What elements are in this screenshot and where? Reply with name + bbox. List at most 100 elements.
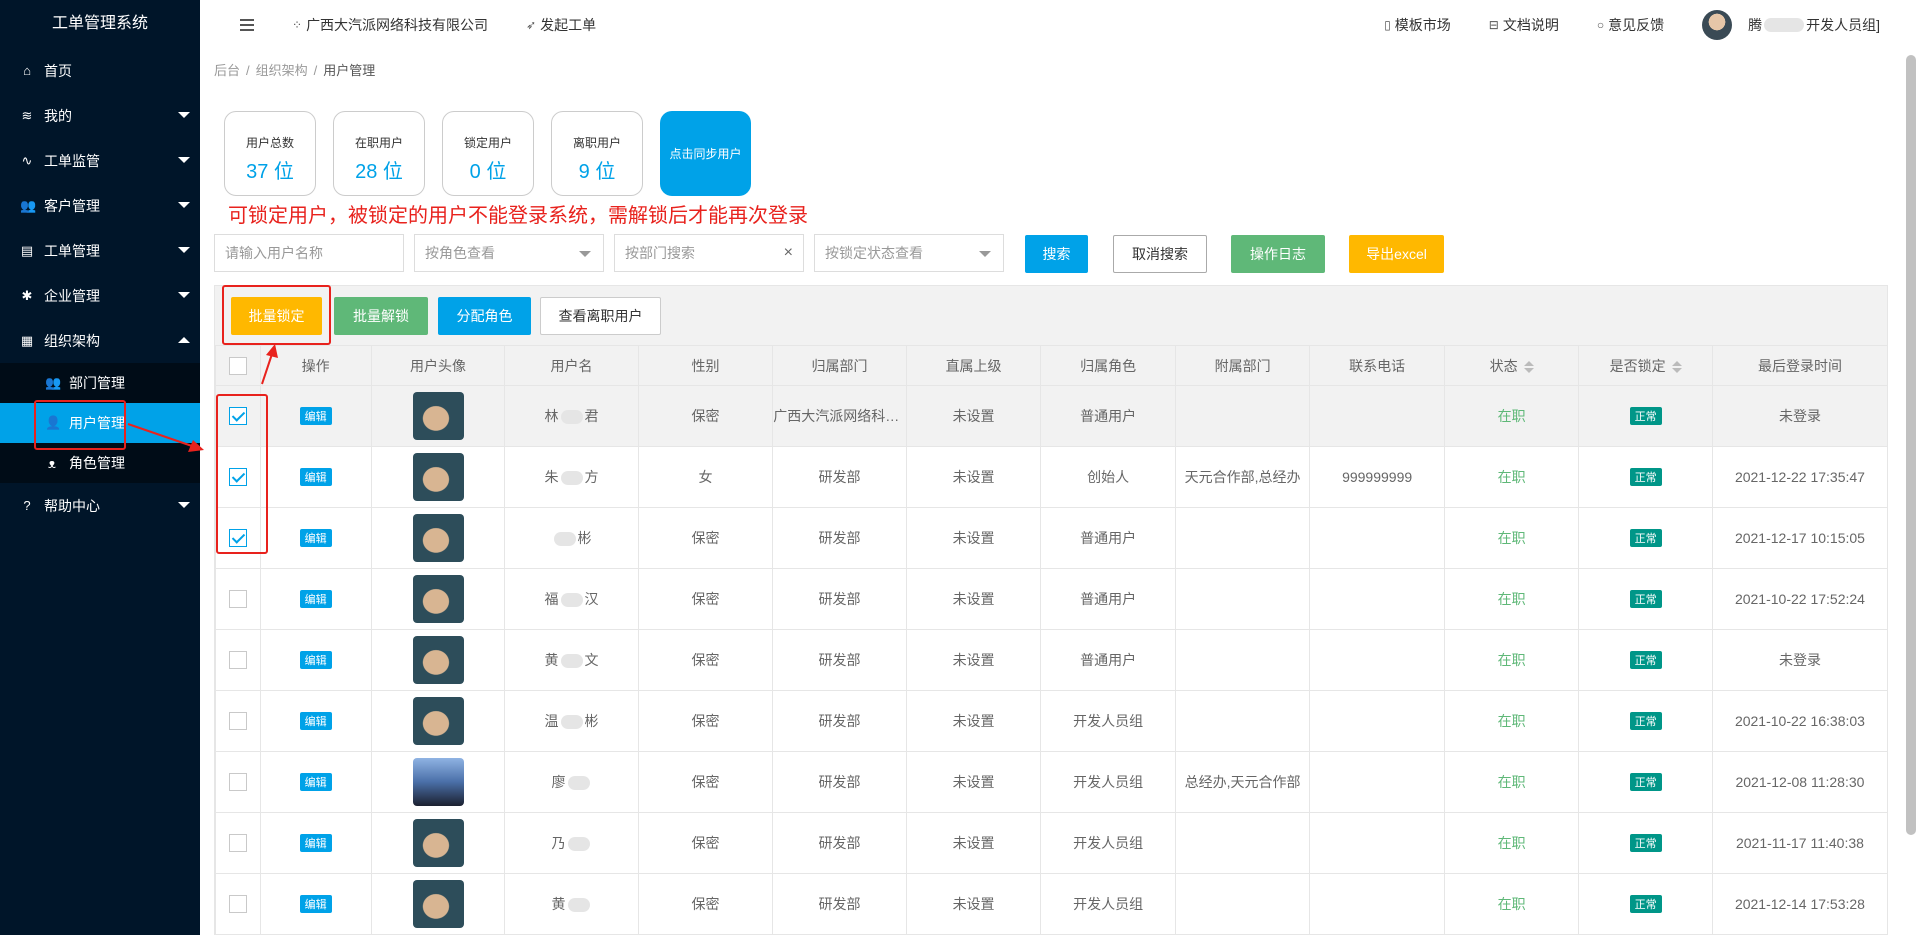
lock-column-header[interactable]: 是否锁定 [1578,345,1713,386]
sub-department-cell [1174,690,1311,752]
sidebar: 工单管理系统 ⌂ 首页 ≋ 我的 ∿ 工单监管 👥 客户管理 ▤ 工单管理 ✱ … [0,0,200,935]
row-checkbox[interactable] [228,834,247,853]
username-part: 朱 [544,469,559,485]
row-select-cell[interactable] [215,629,261,691]
select-all-checkbox[interactable] [228,356,247,375]
row-checkbox[interactable] [228,895,247,914]
role-select[interactable]: 按角色查看 [414,234,604,272]
template-market-link[interactable]: ▯ 模板市场 [1384,15,1451,35]
gender-cell: 保密 [637,812,774,874]
breadcrumb-root[interactable]: 后台 [214,63,240,78]
company-switcher[interactable]: ⁘ 广西大汽派网络科技有限公司 [292,15,488,35]
page-scrollbar[interactable] [1906,55,1916,835]
row-select-cell[interactable] [215,751,261,813]
sub-department-cell [1174,568,1311,630]
export-excel-button[interactable]: 导出excel [1349,235,1444,273]
status-cell: 在职 [1443,629,1580,691]
feedback-link[interactable]: ○ 意见反馈 [1597,15,1664,35]
sidebar-item-enterprise[interactable]: ✱ 企业管理 [0,273,200,318]
sidebar-item-home[interactable]: ⌂ 首页 [0,48,200,93]
operation-log-button[interactable]: 操作日志 [1231,235,1325,273]
last-login-cell: 2021-12-17 10:15:05 [1711,507,1889,569]
docs-link[interactable]: ⊟ 文档说明 [1489,15,1559,35]
menu-toggle-icon[interactable] [240,16,254,34]
row-select-cell[interactable] [215,568,261,630]
edit-button[interactable]: 编辑 [299,712,332,730]
row-checkbox[interactable] [228,773,247,792]
gender-cell: 保密 [637,629,774,691]
create-ticket-link[interactable]: ➶ 发起工单 [526,15,596,35]
view-left-users-button[interactable]: 查看离职用户 [540,297,661,335]
lock-status-value: 按锁定状态查看 [825,245,923,261]
gender-cell: 保密 [637,568,774,630]
app-title: 工单管理系统 [51,15,148,32]
sidebar-item-ticket-monitor[interactable]: ∿ 工单监管 [0,138,200,183]
username-part: 君 [584,408,599,424]
row-checkbox[interactable] [228,590,247,609]
stat-label: 锁定用户 [463,136,512,150]
assign-role-button[interactable]: 分配角色 [438,297,531,335]
username-part: 福 [544,591,559,607]
sidebar-item-customers[interactable]: 👥 客户管理 [0,183,200,228]
sidebar-item-org[interactable]: ▦ 组织架构 [0,318,200,363]
user-name-prefix: 腾 [1748,17,1763,33]
edit-button[interactable]: 编辑 [299,834,332,852]
status-badge: 正常 [1629,834,1662,852]
clear-icon[interactable]: × [784,235,793,271]
blurred-text [553,532,576,547]
edit-button[interactable]: 编辑 [299,651,332,669]
row-select-cell[interactable] [215,812,261,874]
sidebar-item-departments[interactable]: 👥 部门管理 [0,363,200,403]
edit-button[interactable]: 编辑 [299,468,332,486]
row-checkbox[interactable] [228,651,247,670]
department-placeholder: 按部门搜索 [625,245,695,261]
department-search-input[interactable]: 按部门搜索 × [614,234,804,272]
chevron-down-icon [178,112,190,118]
superior-cell: 未设置 [905,812,1042,874]
search-button[interactable]: 搜索 [1025,235,1088,273]
last-login-cell: 2021-12-22 17:35:47 [1711,446,1889,508]
lock-status-select[interactable]: 按锁定状态查看 [814,234,1004,272]
sidebar-item-help[interactable]: ? 帮助中心 [0,483,200,528]
breadcrumb-mid[interactable]: 组织架构 [256,63,308,78]
edit-button[interactable]: 编辑 [299,529,332,547]
edit-button[interactable]: 编辑 [299,590,332,608]
blurred-text [560,471,583,486]
select-all-cell[interactable] [215,345,261,386]
role-cell: 开发人员组 [1040,873,1176,935]
department-cell: 研发部 [772,446,907,508]
chevron-down-icon [178,247,190,253]
edit-button[interactable]: 编辑 [299,895,332,913]
sidebar-item-mine[interactable]: ≋ 我的 [0,93,200,138]
superior-cell: 未设置 [905,446,1042,508]
cancel-search-button[interactable]: 取消搜索 [1113,235,1207,273]
book-icon: ⊟ [1488,18,1499,32]
table-row: 编辑朱方女研发部 未设置 创始人 天元合作部,总经办 999999999 在职 正常 2021… [215,446,1889,508]
superior-cell: 未设置 [905,385,1042,447]
row-select-cell[interactable] [215,690,261,752]
department-cell: 研发部 [772,507,907,569]
status-column-header[interactable]: 状态 [1443,345,1580,386]
last-login-cell: 2021-10-22 17:52:24 [1711,568,1889,630]
sync-users-button[interactable]: 点击同步用户 [660,111,751,196]
username-part: 乃 [551,835,566,851]
username-part: 廖 [551,774,566,790]
sort-icon[interactable] [1671,360,1682,373]
username-search-input[interactable]: 请输入用户名称 [214,234,404,272]
last-login-cell: 2021-10-22 16:38:03 [1711,690,1889,752]
highlight-batch-lock [222,285,331,345]
gender-cell: 保密 [637,507,774,569]
batch-unlock-button[interactable]: 批量解锁 [334,297,428,335]
sort-icon[interactable] [1523,360,1534,373]
edit-button[interactable]: 编辑 [299,773,332,791]
arrow-annotation [127,423,204,452]
column-header: 归属角色 [1040,345,1176,386]
phone-cell [1309,385,1445,447]
create-ticket-label: 发起工单 [540,17,597,33]
edit-button[interactable]: 编辑 [299,407,332,425]
user-menu[interactable]: 腾 开发人员组] [1702,10,1880,40]
row-select-cell[interactable] [215,873,261,935]
row-checkbox[interactable] [228,712,247,731]
username-part: 林 [544,408,559,424]
sidebar-item-tickets[interactable]: ▤ 工单管理 [0,228,200,273]
